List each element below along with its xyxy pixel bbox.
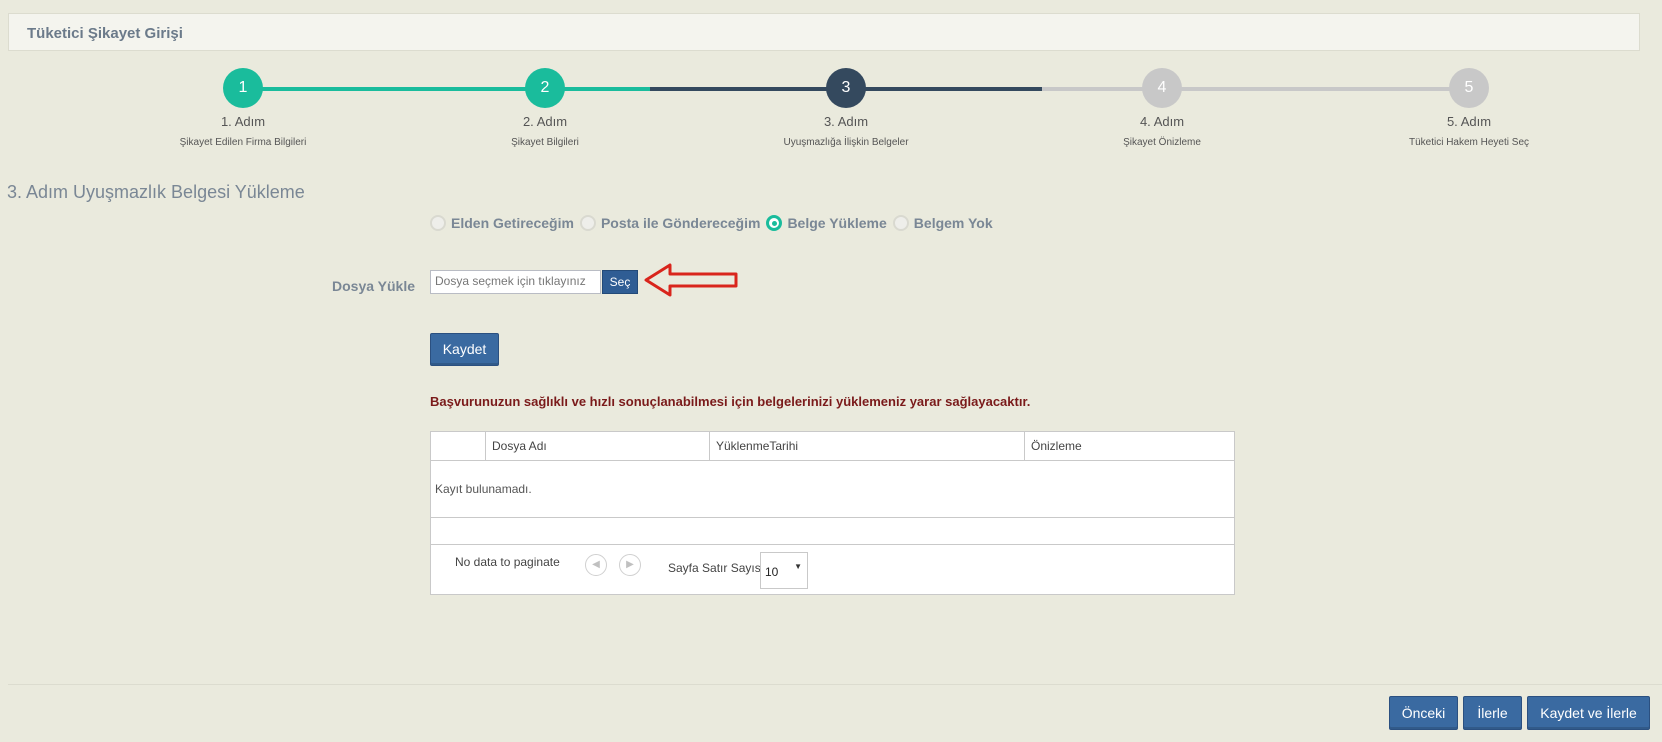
grid-divider-2: [431, 544, 1234, 545]
grid-empty-message: Kayıt bulunamadı.: [435, 482, 532, 496]
option-elden[interactable]: Elden Getireceğim: [430, 215, 574, 231]
option-belge-yukleme[interactable]: Belge Yükleme: [766, 215, 887, 231]
radio-posta[interactable]: [579, 215, 596, 231]
choose-file-button[interactable]: Seç: [602, 270, 638, 294]
file-upload-label: Dosya Yükle: [332, 278, 416, 294]
stepper-line-4: [1042, 87, 1475, 91]
step-3-sub: Uyuşmazlığa İlişkin Belgeler: [783, 137, 909, 148]
caret-down-icon: ▼: [794, 562, 802, 571]
delivery-options: Elden Getireceğim Posta ile Göndereceğim…: [430, 215, 999, 231]
save-button[interactable]: Kaydet: [430, 333, 499, 366]
option-posta[interactable]: Posta ile Göndereceğim: [579, 215, 761, 231]
rows-per-page-label: Sayfa Satır Sayısı: [668, 561, 765, 575]
option-elden-label: Elden Getireceğim: [451, 215, 574, 231]
step-1-label: 1. Adım: [220, 114, 266, 129]
option-belge-yukleme-label: Belge Yükleme: [787, 215, 887, 231]
footer-divider: [8, 684, 1662, 685]
next-button[interactable]: İlerle: [1463, 696, 1522, 730]
step-4-circle[interactable]: 4: [1142, 68, 1182, 108]
pager-status: No data to paginate: [455, 555, 560, 569]
panel-header: Tüketici Şikayet Girişi: [8, 13, 1640, 51]
previous-button[interactable]: Önceki: [1389, 696, 1458, 730]
step-1-sub: Şikayet Edilen Firma Bilgileri: [179, 137, 307, 148]
documents-grid: Dosya Adı YüklenmeTarihi Önizleme Kayıt …: [430, 431, 1235, 595]
grid-col-select: [431, 432, 486, 460]
step-5-circle[interactable]: 5: [1449, 68, 1489, 108]
step-2-sub: Şikayet Bilgileri: [511, 137, 579, 148]
step-4-sub: Şikayet Önizleme: [1123, 137, 1201, 148]
radio-belge-yukleme[interactable]: [766, 215, 783, 231]
warning-message: Başvurunuzun sağlıklı ve hızlı sonuçlana…: [430, 394, 1031, 409]
grid-col-filename[interactable]: Dosya Adı: [486, 432, 710, 460]
grid-col-upload-date[interactable]: YüklenmeTarihi: [710, 432, 1025, 460]
radio-elden[interactable]: [430, 215, 446, 231]
stepper-line-1: [253, 87, 548, 91]
grid-divider-1: [431, 517, 1234, 518]
step-5-sub: Tüketici Hakem Heyeti Seç: [1408, 137, 1530, 148]
step-4-label: 4. Adım: [1139, 114, 1185, 129]
option-belgem-yok-label: Belgem Yok: [913, 215, 993, 231]
step-5-label: 5. Adım: [1446, 114, 1492, 129]
red-arrow-annotation: [644, 263, 738, 297]
step-2-label: 2. Adım: [522, 114, 568, 129]
chevron-left-icon[interactable]: ◀: [585, 554, 607, 576]
step-1-circle[interactable]: 1: [223, 68, 263, 108]
option-belgem-yok[interactable]: Belgem Yok: [892, 215, 993, 231]
step-3-label: 3. Adım: [823, 114, 869, 129]
file-input[interactable]: Dosya seçmek için tıklayınız: [430, 270, 601, 294]
save-and-next-button[interactable]: Kaydet ve İlerle: [1527, 696, 1650, 730]
section-title: 3. Adım Uyuşmazlık Belgesi Yükleme: [7, 182, 305, 202]
radio-belgem-yok[interactable]: [892, 215, 909, 231]
page-title: Tüketici Şikayet Girişi: [27, 25, 183, 42]
rows-per-page-select[interactable]: 10 ▼: [760, 552, 808, 589]
rows-per-page-value: 10: [765, 565, 779, 579]
step-3-circle[interactable]: 3: [826, 68, 866, 108]
option-posta-label: Posta ile Göndereceğim: [600, 215, 761, 231]
step-2-circle[interactable]: 2: [525, 68, 565, 108]
grid-header: Dosya Adı YüklenmeTarihi Önizleme: [431, 432, 1234, 461]
chevron-right-icon[interactable]: ▶: [619, 554, 641, 576]
grid-col-preview[interactable]: Önizleme: [1025, 432, 1234, 460]
